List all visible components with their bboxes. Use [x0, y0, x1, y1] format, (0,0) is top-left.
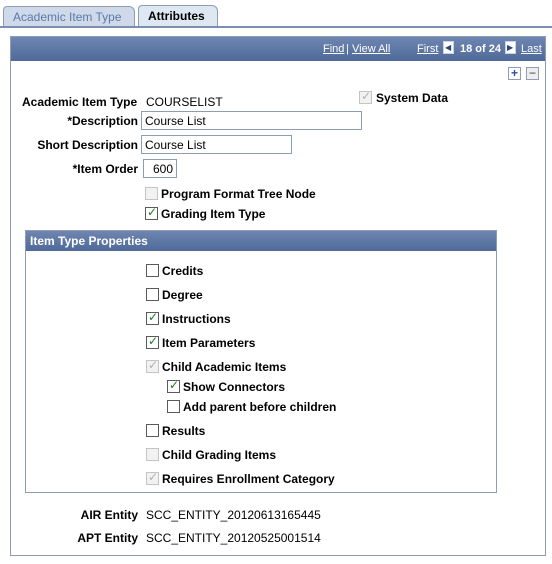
requires-enrollment-checkbox: ✓	[146, 470, 159, 485]
nav-separator: |	[346, 43, 349, 55]
description-label: *Description	[67, 114, 138, 128]
tab-academic-item-type[interactable]: Academic Item Type	[3, 6, 135, 26]
system-data-checkbox: ✓	[359, 89, 372, 104]
child-academic-items-label: Child Academic Items	[162, 360, 287, 374]
child-grading-items-label: Child Grading Items	[162, 448, 277, 462]
grading-item-checkbox[interactable]: ✓	[145, 205, 158, 220]
previous-arrow-icon[interactable]: ◀	[443, 41, 454, 54]
academic-item-type-value: COURSELIST	[146, 95, 223, 109]
item-parameters-checkbox[interactable]: ✓	[146, 334, 159, 349]
delete-row-icon[interactable]: −	[526, 67, 539, 80]
short-description-input[interactable]	[141, 135, 292, 154]
show-connectors-checkbox[interactable]: ✓	[167, 378, 180, 393]
instructions-label: Instructions	[162, 312, 231, 326]
instructions-checkbox[interactable]: ✓	[146, 310, 159, 325]
add-parent-checkbox[interactable]	[167, 400, 180, 413]
item-order-label: *Item Order	[72, 162, 138, 176]
find-link[interactable]: Find	[323, 43, 344, 55]
add-parent-label: Add parent before children	[183, 400, 337, 414]
last-link[interactable]: Last	[521, 43, 542, 55]
apt-entity-value: SCC_ENTITY_20120525001514	[146, 531, 321, 545]
item-order-input[interactable]	[143, 159, 177, 178]
description-input[interactable]	[141, 111, 362, 130]
air-entity-value: SCC_ENTITY_20120613165445	[146, 508, 321, 522]
short-description-label: Short Description	[37, 138, 138, 152]
next-arrow-icon[interactable]: ▶	[505, 41, 516, 54]
grading-item-label: Grading Item Type	[161, 207, 266, 221]
requires-enrollment-label: Requires Enrollment Category	[162, 472, 335, 486]
item-parameters-label: Item Parameters	[162, 336, 256, 350]
show-connectors-label: Show Connectors	[183, 380, 286, 394]
row-counter: 18 of 24	[460, 43, 501, 55]
credits-checkbox[interactable]	[146, 264, 159, 277]
program-format-label: Program Format Tree Node	[161, 187, 316, 201]
program-format-checkbox	[145, 187, 158, 200]
results-label: Results	[162, 424, 206, 438]
apt-entity-label: APT Entity	[77, 531, 138, 545]
degree-checkbox[interactable]	[146, 288, 159, 301]
add-row-icon[interactable]: +	[508, 67, 521, 80]
scroll-navbar: Find | View All First ◀ 18 of 24 ▶ Last	[11, 37, 545, 61]
system-data-label: System Data	[376, 91, 449, 105]
tab-underline	[0, 26, 552, 28]
child-academic-items-checkbox: ✓	[146, 358, 159, 373]
group-header: Item Type Properties	[26, 231, 496, 251]
child-grading-items-checkbox	[146, 448, 159, 461]
tab-attributes[interactable]: Attributes	[138, 5, 218, 27]
credits-label: Credits	[162, 264, 204, 278]
results-checkbox[interactable]	[146, 424, 159, 437]
degree-label: Degree	[162, 288, 203, 302]
first-link[interactable]: First	[417, 43, 438, 55]
air-entity-label: AIR Entity	[80, 508, 138, 522]
academic-item-type-label: Academic Item Type	[22, 95, 138, 109]
view-all-link[interactable]: View All	[352, 43, 390, 55]
